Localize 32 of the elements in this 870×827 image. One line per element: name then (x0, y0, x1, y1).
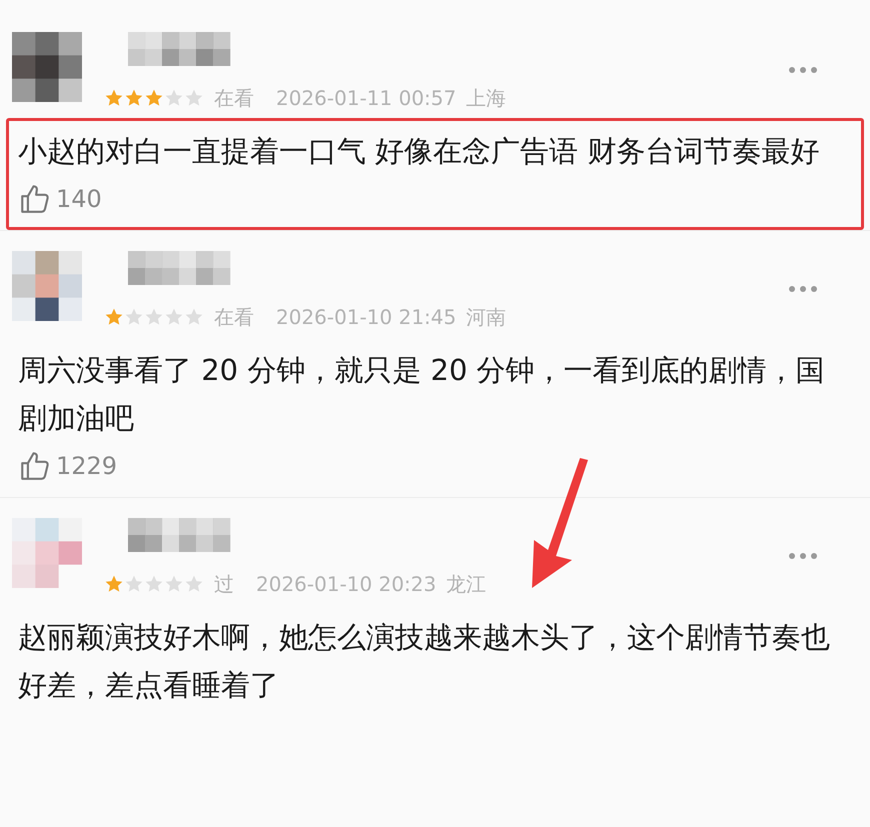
watch-status: 在看 (214, 88, 254, 108)
location: 龙江 (446, 574, 486, 594)
location: 河南 (466, 307, 506, 327)
post-time: 2026-01-10 21:45 (276, 307, 456, 327)
star-icon (164, 88, 184, 108)
star-icon (144, 88, 164, 108)
more-icon[interactable] (788, 66, 818, 74)
watch-status: 过 (214, 574, 234, 594)
comment-text: 赵丽颖演技好木啊，她怎么演技越来越木头了，这个剧情节奏也好差，差点看睡着了 (18, 619, 831, 704)
like-count: 140 (56, 184, 102, 215)
star-icon (184, 307, 204, 327)
comment-text: 周六没事看了 20 分钟，就只是 20 分钟，一看到底的剧情，国剧加油吧 (18, 352, 826, 437)
like-count: 1229 (56, 451, 118, 482)
location: 上海 (466, 88, 506, 108)
star-icon (164, 574, 184, 594)
star-icon (144, 307, 164, 327)
star-icon (124, 88, 144, 108)
watch-status: 在看 (214, 307, 254, 327)
star-icon (184, 574, 204, 594)
comment-text: 小赵的对白一直提着一口气 好像在念广告语 财务台词节奏最好 (18, 133, 820, 170)
star-icon (124, 307, 144, 327)
more-icon[interactable] (788, 552, 818, 560)
star-icon (144, 574, 164, 594)
more-icon[interactable] (788, 285, 818, 293)
star-icon (124, 574, 144, 594)
star-icon (184, 88, 204, 108)
star-icon (104, 574, 124, 594)
star-icon (164, 307, 184, 327)
star-icon (104, 88, 124, 108)
post-time: 2026-01-10 20:23 (256, 574, 436, 594)
post-time: 2026-01-11 00:57 (276, 88, 456, 108)
star-icon (104, 307, 124, 327)
